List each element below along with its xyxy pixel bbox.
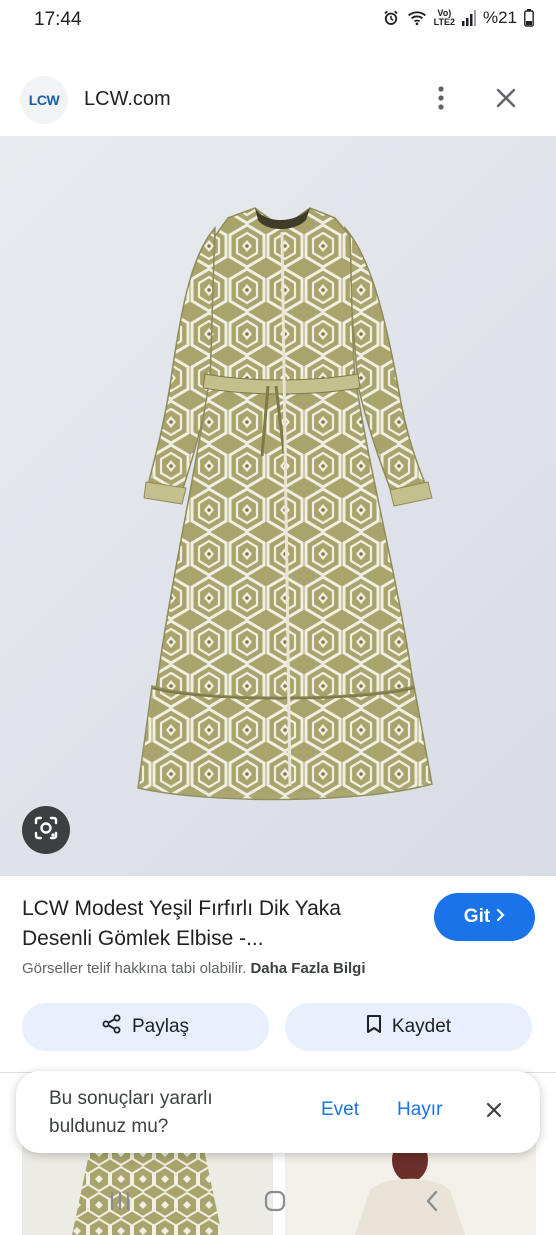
back-button[interactable]: [412, 1188, 452, 1218]
source-header: LCW LCW.com: [0, 70, 556, 130]
share-icon: [102, 1014, 122, 1040]
more-options-button[interactable]: [425, 84, 457, 116]
google-lens-button[interactable]: [22, 806, 70, 854]
wifi-icon: [407, 10, 427, 26]
dress-illustration: [137, 207, 433, 801]
share-label: Paylaş: [131, 1016, 190, 1037]
status-bar: 17:44 Vo) LTE2 %21: [0, 0, 556, 40]
home-icon: [264, 1190, 286, 1217]
feedback-close-button[interactable]: [480, 1098, 508, 1126]
home-button[interactable]: [255, 1188, 295, 1218]
save-button[interactable]: Kaydet: [285, 1003, 532, 1051]
recent-apps-icon: [109, 1191, 131, 1216]
feedback-yes-button[interactable]: Evet: [321, 1099, 359, 1121]
feedback-question: Bu sonuçları yararlı buldunuz mu?: [49, 1088, 213, 1137]
battery-text: %21: [482, 8, 517, 27]
navigation-bar: [0, 1170, 556, 1235]
copyright-notice: Görseller telif hakkına tabi olabilir. D…: [22, 960, 365, 977]
product-title[interactable]: LCW Modest Yeşil Fırfırlı Dik Yaka Desen…: [22, 894, 412, 954]
recent-apps-button[interactable]: [100, 1188, 140, 1218]
chevron-right-icon: [496, 906, 505, 928]
signal-icon: [461, 10, 476, 26]
network-label: Vo) LTE2: [433, 8, 455, 27]
status-icons: Vo) LTE2 %21: [382, 8, 534, 28]
visit-button[interactable]: Git: [434, 893, 535, 941]
feedback-no-button[interactable]: Hayır: [397, 1099, 442, 1121]
close-button[interactable]: [490, 84, 522, 116]
site-logo[interactable]: LCW: [20, 76, 68, 124]
visit-label: Git: [463, 906, 491, 927]
product-image[interactable]: [0, 136, 556, 876]
close-icon: [496, 88, 516, 113]
save-label: Kaydet: [391, 1016, 452, 1037]
feedback-card: Bu sonuçları yararlı buldunuz mu? Evet H…: [16, 1071, 540, 1153]
alarm-icon: [382, 9, 400, 27]
google-lens-icon: [33, 815, 59, 846]
bookmark-icon: [366, 1014, 382, 1040]
copyright-text: Görseller telif hakkına tabi olabilir.: [22, 960, 247, 977]
battery-icon: [524, 9, 534, 27]
back-icon: [425, 1190, 439, 1217]
status-time: 17:44: [34, 9, 82, 30]
close-icon: [486, 1102, 502, 1123]
site-name[interactable]: LCW.com: [84, 88, 171, 111]
more-info-link[interactable]: Daha Fazla Bilgi: [250, 960, 365, 977]
logo-text: LCW: [28, 92, 60, 108]
more-vert-icon: [438, 85, 444, 115]
share-button[interactable]: Paylaş: [22, 1003, 269, 1051]
